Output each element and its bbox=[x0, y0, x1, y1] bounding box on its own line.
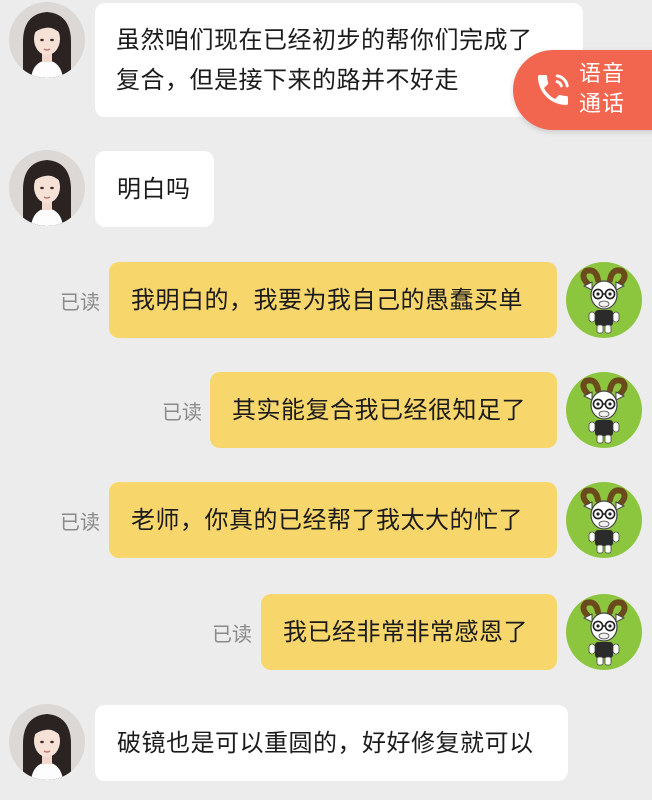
message-text: 明白吗 bbox=[117, 175, 191, 203]
message-text: 我已经非常非常感恩了 bbox=[283, 618, 528, 646]
voice-call-label: 语音 通话 bbox=[579, 62, 626, 117]
contact-avatar[interactable] bbox=[9, 2, 85, 78]
user-avatar[interactable] bbox=[566, 482, 642, 558]
contact-avatar[interactable] bbox=[9, 150, 85, 226]
user-avatar[interactable] bbox=[566, 262, 642, 338]
message-text: 其实能复合我已经很知足了 bbox=[232, 396, 526, 424]
goat-cartoon-avatar-image bbox=[566, 482, 642, 558]
message-bubble-incoming[interactable]: 明白吗 bbox=[95, 151, 214, 227]
read-receipt: 已读 bbox=[60, 290, 100, 314]
contact-avatar[interactable] bbox=[9, 704, 85, 780]
voice-call-button[interactable]: 语音 通话 bbox=[513, 50, 652, 130]
message-text-line: 复合，但是接下来的路并不好走 bbox=[116, 66, 459, 94]
read-receipt: 已读 bbox=[212, 622, 252, 646]
woman-portrait-avatar-image bbox=[9, 150, 85, 226]
message-text: 破镜也是可以重圆的，好好修复就可以 bbox=[117, 729, 534, 757]
message-bubble-outgoing[interactable]: 我已经非常非常感恩了 bbox=[261, 594, 557, 670]
woman-portrait-avatar-image bbox=[9, 704, 85, 780]
message-text-line: 虽然咱们现在已经初步的帮你们完成了 bbox=[116, 26, 533, 54]
phone-icon bbox=[538, 74, 569, 105]
message-bubble-outgoing[interactable]: 老师，你真的已经帮了我太大的忙了 bbox=[109, 482, 557, 558]
message-bubble-outgoing[interactable]: 我明白的，我要为我自己的愚蠢买单 bbox=[109, 262, 557, 338]
woman-portrait-avatar-image bbox=[9, 2, 85, 78]
goat-cartoon-avatar-image bbox=[566, 262, 642, 338]
message-text: 老师，你真的已经帮了我太大的忙了 bbox=[131, 506, 523, 534]
goat-cartoon-avatar-image bbox=[566, 594, 642, 670]
read-receipt: 已读 bbox=[162, 400, 202, 424]
message-bubble-incoming[interactable]: 虽然咱们现在已经初步的帮你们完成了 复合，但是接下来的路并不好走 bbox=[95, 3, 583, 117]
goat-cartoon-avatar-image bbox=[566, 372, 642, 448]
message-bubble-incoming[interactable]: 破镜也是可以重圆的，好好修复就可以 bbox=[95, 705, 568, 781]
message-bubble-outgoing[interactable]: 其实能复合我已经很知足了 bbox=[210, 372, 557, 448]
read-receipt: 已读 bbox=[60, 510, 100, 534]
user-avatar[interactable] bbox=[566, 372, 642, 448]
user-avatar[interactable] bbox=[566, 594, 642, 670]
message-text: 我明白的，我要为我自己的愚蠢买单 bbox=[131, 286, 523, 314]
